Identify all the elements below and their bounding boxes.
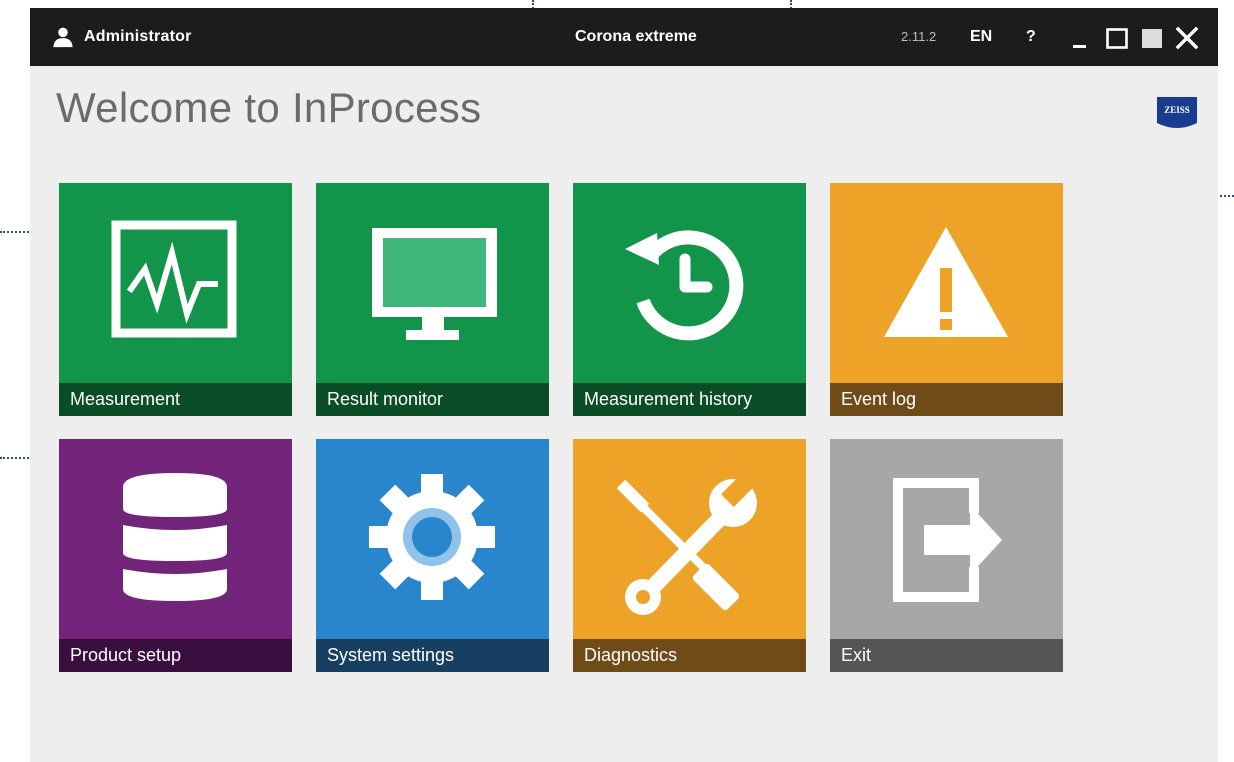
user-icon [53,27,73,48]
warning-icon [830,183,1063,383]
monitor-icon [316,183,549,383]
machine-name: Corona extreme [575,28,697,45]
tile-measurement[interactable]: Measurement [59,183,292,416]
tile-exit[interactable]: Exit [830,439,1063,672]
restore-icon [1106,28,1128,49]
close-button[interactable] [1175,26,1199,50]
maximize-icon [1142,29,1162,48]
zeiss-logo: ZEISS [1157,97,1197,129]
user-menu[interactable]: Administrator [52,8,192,66]
tile-label: Result monitor [316,383,549,416]
tile-label: Diagnostics [573,639,806,672]
help-button[interactable]: ? [1026,8,1036,66]
exit-icon [830,439,1063,639]
tile-label: Exit [830,639,1063,672]
page-title: Welcome to InProcess [56,84,482,131]
close-icon [1175,26,1199,50]
history-icon [573,183,806,383]
tile-result-monitor[interactable]: Result monitor [316,183,549,416]
tile-diagnostics[interactable]: Diagnostics [573,439,806,672]
tile-label: Measurement history [573,383,806,416]
gear-icon [316,439,549,639]
tile-label: System settings [316,639,549,672]
restore-button[interactable] [1105,26,1129,50]
tile-label: Event log [830,383,1063,416]
version-label: 2.11.2 [901,29,937,44]
tile-system-settings[interactable]: System settings [316,439,549,672]
tile-event-log[interactable]: Event log [830,183,1063,416]
user-name: Administrator [84,28,192,45]
tile-label: Product setup [59,639,292,672]
minimize-icon [1073,45,1086,48]
stage: Administrator Corona extreme 2.11.2 EN ?… [0,0,1234,762]
minimize-button[interactable] [1070,26,1094,50]
tile-product-setup[interactable]: Product setup [59,439,292,672]
chart-icon [59,183,292,383]
language-selector[interactable]: EN [970,8,992,66]
tools-icon [573,439,806,639]
database-icon [59,439,292,639]
title-bar: Administrator Corona extreme 2.11.2 EN ? [30,8,1218,66]
app-window: Administrator Corona extreme 2.11.2 EN ?… [30,8,1218,762]
maximize-button[interactable] [1140,26,1164,50]
svg-text:ZEISS: ZEISS [1164,105,1190,115]
tile-measurement-history[interactable]: Measurement history [573,183,806,416]
tile-label: Measurement [59,383,292,416]
